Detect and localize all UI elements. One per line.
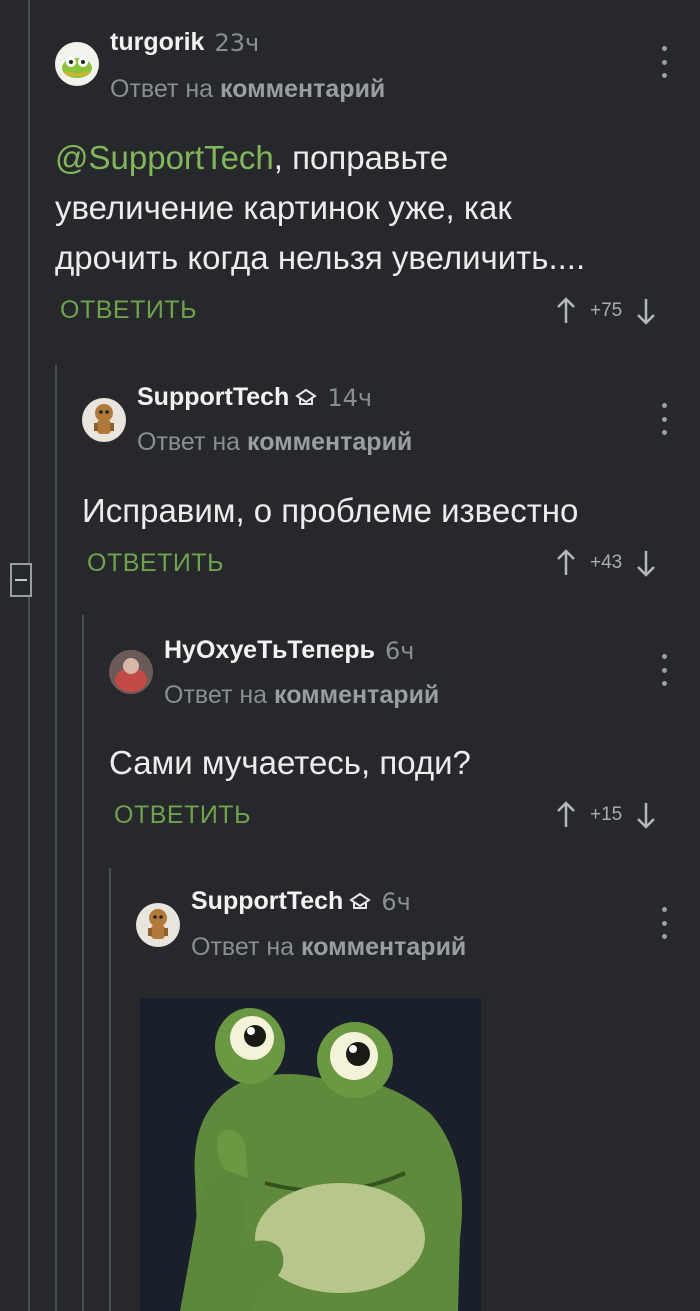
moderator-cap-icon bbox=[349, 892, 372, 909]
comment-time: 6ч bbox=[381, 887, 411, 916]
moderator-cap-icon bbox=[295, 388, 318, 405]
thread-line-level-2 bbox=[55, 365, 57, 1311]
upvote-icon[interactable] bbox=[556, 801, 576, 829]
author-name[interactable]: SupportTech bbox=[191, 887, 343, 916]
reply-button[interactable]: ОТВЕТИТЬ bbox=[87, 549, 224, 578]
comment-time: 23ч bbox=[214, 28, 260, 57]
avatar[interactable] bbox=[82, 398, 126, 442]
avatar[interactable] bbox=[136, 903, 180, 947]
reply-button[interactable]: ОТВЕТИТЬ bbox=[114, 801, 251, 830]
author-name[interactable]: НуОхуеТьТеперь bbox=[164, 636, 375, 665]
reply-to-line: Ответ на комментарий bbox=[164, 681, 440, 709]
rating-controls: +75 bbox=[556, 297, 656, 325]
comment-text: Сами мучаетесь, поди? bbox=[109, 744, 471, 781]
more-options-icon[interactable] bbox=[657, 654, 671, 686]
downvote-icon[interactable] bbox=[636, 801, 656, 829]
reply-to-link[interactable]: комментарий bbox=[247, 428, 412, 456]
thread-line-level-3 bbox=[82, 615, 84, 1311]
rating-value: +43 bbox=[590, 552, 623, 573]
comment-time: 6ч bbox=[384, 636, 415, 665]
avatar[interactable] bbox=[109, 650, 153, 694]
author-name[interactable]: SupportTech bbox=[137, 383, 289, 412]
downvote-icon[interactable] bbox=[636, 549, 656, 577]
upvote-icon[interactable] bbox=[556, 297, 576, 325]
reply-to-line: Ответ на комментарий bbox=[137, 428, 413, 456]
more-options-icon[interactable] bbox=[657, 403, 671, 435]
avatar[interactable] bbox=[55, 42, 99, 86]
upvote-icon[interactable] bbox=[556, 549, 576, 577]
attached-image-frog[interactable] bbox=[140, 998, 481, 1311]
mention-link[interactable]: @SupportTech bbox=[55, 139, 274, 176]
comment-time: 14ч bbox=[327, 383, 373, 412]
downvote-icon[interactable] bbox=[636, 297, 656, 325]
rating-controls: +15 bbox=[556, 801, 656, 829]
author-name[interactable]: turgorik bbox=[110, 28, 204, 57]
comment-text: @SupportTech, поправьте увеличение карти… bbox=[55, 139, 586, 276]
thread-line-level-1 bbox=[28, 0, 30, 1311]
rating-value: +75 bbox=[590, 300, 623, 321]
reply-to-line: Ответ на комментарий bbox=[110, 75, 386, 103]
collapse-thread-button[interactable] bbox=[10, 563, 32, 597]
more-options-icon[interactable] bbox=[657, 46, 671, 78]
more-options-icon[interactable] bbox=[657, 907, 671, 939]
reply-to-link[interactable]: комментарий bbox=[274, 681, 439, 709]
rating-controls: +43 bbox=[556, 549, 656, 577]
reply-button[interactable]: ОТВЕТИТЬ bbox=[60, 296, 197, 325]
reply-to-link[interactable]: комментарий bbox=[301, 933, 466, 961]
reply-to-link[interactable]: комментарий bbox=[220, 75, 385, 103]
thread-line-level-4 bbox=[109, 868, 111, 1311]
reply-to-line: Ответ на комментарий bbox=[191, 933, 467, 961]
comment-text: Исправим, о проблеме известно bbox=[82, 492, 579, 529]
rating-value: +15 bbox=[590, 804, 623, 825]
